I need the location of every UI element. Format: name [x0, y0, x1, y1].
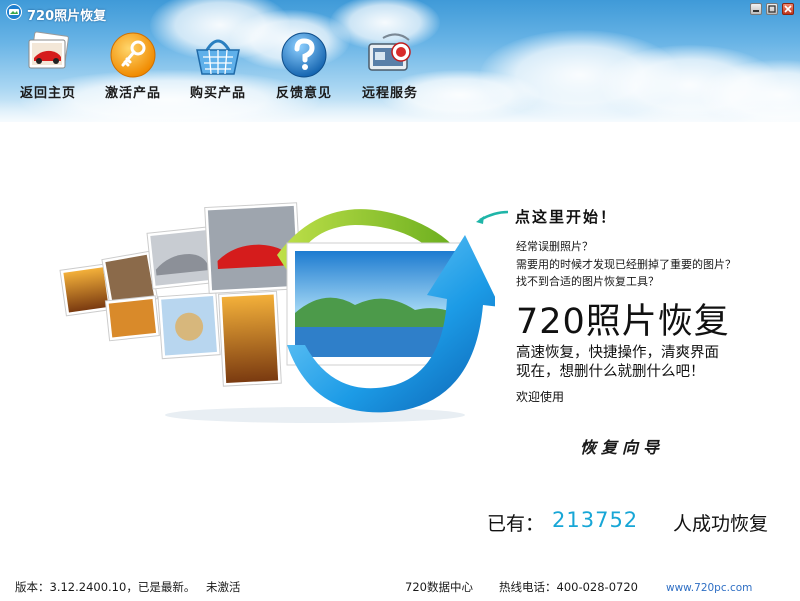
minimize-icon	[753, 10, 759, 12]
description-line-1: 经常误删照片？	[516, 240, 593, 253]
help-question-icon	[281, 32, 327, 78]
description-line-2: 需要用的时候才发现已经删掉了重要的图片？	[516, 258, 736, 271]
nav-feedback-label: 反馈意见	[275, 86, 332, 101]
hero-photo-illustration[interactable]	[55, 195, 495, 425]
maximize-button[interactable]	[766, 3, 778, 15]
nav-buy-label: 购买产品	[189, 86, 246, 101]
status-bar: 版本：3.12.2400.10，已是最新。 未激活 720数据中心 热线电话：4…	[0, 572, 800, 601]
recovery-wizard-button[interactable]: 恢复向导	[580, 434, 670, 460]
nav-activate[interactable]: 激活产品	[95, 30, 171, 102]
home-photo-icon	[28, 31, 69, 69]
nav-feedback[interactable]: 反馈意见	[266, 30, 342, 102]
description-line-3: 找不到合适的图片恢复工具？	[516, 275, 659, 288]
slogan-line-2: 现在，想删什么就删什么吧！	[516, 364, 705, 380]
app-window: 720照片恢复 返回主页 激活产品 购买产品 反馈意见 远程服务 点这里开始！ …	[0, 0, 800, 601]
slogan-line-1: 高速恢复，快捷操作，清爽界面	[516, 345, 719, 361]
app-logo-icon	[6, 4, 22, 20]
nav-buy[interactable]: 购买产品	[180, 30, 256, 102]
hotline-text: 热线电话：400-028-0720	[499, 580, 638, 594]
counter-suffix: 人成功恢复	[673, 513, 769, 535]
nav-activate-label: 激活产品	[104, 86, 161, 101]
website-link[interactable]: www.720pc.com	[666, 582, 752, 594]
nav-home-label: 返回主页	[19, 86, 76, 101]
product-name: 720照片恢复	[516, 302, 730, 342]
window-title: 720照片恢复	[27, 9, 107, 24]
data-center-link[interactable]: 720数据中心	[405, 579, 473, 595]
pointer-arrow-icon	[476, 210, 509, 224]
title-bar[interactable]: 720照片恢复	[0, 0, 800, 24]
maximize-icon	[768, 5, 776, 13]
close-icon	[784, 5, 792, 13]
start-here-link[interactable]: 点这里开始！	[515, 206, 617, 227]
activation-status[interactable]: 未激活	[206, 579, 241, 595]
version-status: 版本：3.12.2400.10，已是最新。	[15, 580, 196, 594]
close-button[interactable]	[782, 3, 794, 15]
counter-prefix: 已有：	[487, 513, 545, 535]
shopping-basket-icon	[196, 39, 240, 75]
key-icon	[110, 32, 156, 78]
nav-remote-service-label: 远程服务	[361, 86, 418, 101]
recovered-users-count: 213752	[552, 508, 639, 532]
remote-service-icon	[368, 33, 411, 71]
welcome-text: 欢迎使用	[516, 390, 565, 404]
minimize-button[interactable]	[750, 3, 762, 15]
nav-home[interactable]: 返回主页	[10, 30, 86, 102]
nav-remote-service[interactable]: 远程服务	[352, 30, 428, 102]
